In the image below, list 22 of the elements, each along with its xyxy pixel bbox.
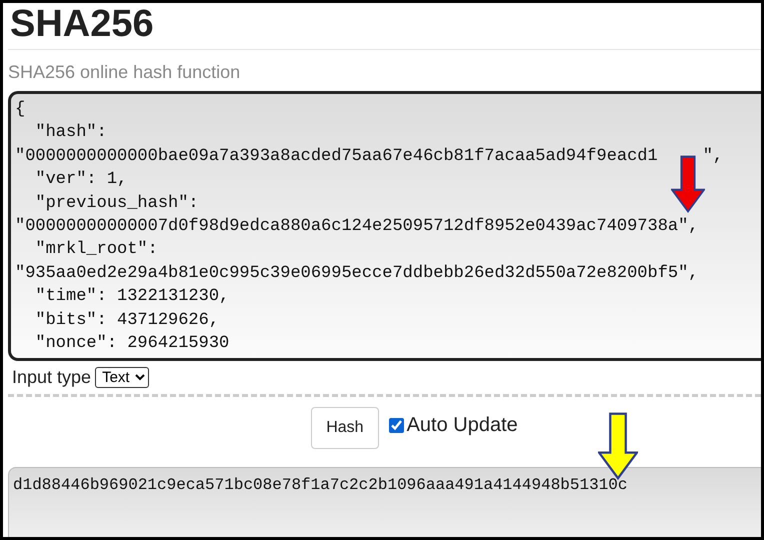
code-line: "bits": 437129626, xyxy=(34,310,220,332)
page-title: SHA256 xyxy=(8,3,761,50)
code-line: "mrkl_root": xyxy=(34,239,158,262)
auto-update-checkbox[interactable] xyxy=(388,418,404,432)
input-type-label: Input type xyxy=(12,367,92,388)
hash-button[interactable]: Hash xyxy=(311,407,379,449)
code-line: "nonce": 2964215930 xyxy=(34,333,230,356)
code-line: "00000000000007d0f98d9edca880a6c124e25095712df8952e0439ac7409738a", xyxy=(15,216,699,238)
page-subtitle: SHA256 online hash function xyxy=(8,62,242,83)
code-line: "time": 1322131230, xyxy=(34,286,230,308)
code-line: "0000000000000bae09a7a393a8acded75aa67e46cb81f7acaa5ad94f9eacd1 xyxy=(15,146,658,168)
code-line: "hash": xyxy=(34,122,107,144)
code-line: "935aa0ed2e29a4b81e0c995c39e06995ecce7ddbebb26ed32d550a72e8200bf5", xyxy=(15,262,699,285)
input-field[interactable] xyxy=(8,91,761,361)
code-line: ", xyxy=(702,146,724,168)
output-field[interactable]: d1d88446b969021c9eca571bc08e78f1a7c2c2b1096aaa491a4144948b51310c xyxy=(8,467,761,537)
auto-update-label: Auto Update xyxy=(406,414,518,436)
code-line: { xyxy=(15,99,26,121)
code-line: "ver": 1, xyxy=(34,169,128,192)
input-type-select[interactable]: Text xyxy=(95,367,150,388)
annotation-arrow xyxy=(671,155,705,213)
code-line: "previous_hash": xyxy=(34,192,199,215)
